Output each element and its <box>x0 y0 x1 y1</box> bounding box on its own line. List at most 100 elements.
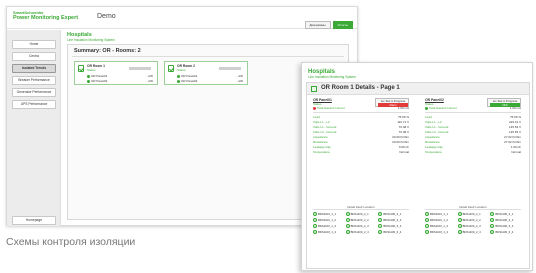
feeder-status-icon <box>490 212 495 216</box>
feeder-label: BDS1100_3_3 <box>383 224 402 228</box>
feeder-label: BDS1100_2_4 <box>350 230 369 234</box>
feeder-item[interactable]: BDS1100_1_1 <box>425 212 458 216</box>
feeder-item[interactable]: BDS1100_3_4 <box>378 230 411 234</box>
feeder-status-icon <box>425 224 429 228</box>
panel-link[interactable]: OR Panel02 <box>181 79 197 83</box>
feeder-item[interactable]: BDS1100_3_3 <box>378 224 411 228</box>
feeder-status-icon <box>345 224 350 228</box>
ok-dot-icon <box>425 106 428 110</box>
feeder-item[interactable]: BDS1100_3_2 <box>490 218 523 222</box>
feeder-item[interactable]: BDS1100_3_4 <box>490 230 523 234</box>
feeder-item[interactable]: BDS1100_2_4 <box>457 230 491 234</box>
feeder-item[interactable]: BDS1100_2_1 <box>457 212 491 216</box>
feeder-item[interactable]: BDS1100_2_2 <box>457 218 491 222</box>
feeder-item[interactable]: BDS1100_2_3 <box>457 224 491 228</box>
feeder-item[interactable]: BDS1100_1_3 <box>425 224 458 228</box>
detail-subtitle: Line Insulation Monitoring System <box>308 75 356 79</box>
nav-breaker-performance[interactable]: Breaker Performance <box>12 76 56 85</box>
measurement-row: Impedance 20.00 KOhm <box>313 135 409 139</box>
room-status: Status <box>177 68 186 72</box>
measurement-label: Volts L2 - Ground <box>313 130 337 134</box>
feeder-status-icon <box>425 230 429 234</box>
measurement-row: Volts L1 - L2 229.41 V <box>425 120 521 124</box>
measurement-row: Leakage Cap 0.00 nF <box>313 145 409 149</box>
iso-test-value: OFF <box>490 103 520 107</box>
feeder-status-icon <box>345 212 350 216</box>
feeder-item[interactable]: BDS1100_3_2 <box>378 218 411 222</box>
header-button-reports[interactable]: Отчеты <box>332 21 353 29</box>
feeder-item[interactable]: BDS1100_3_1 <box>378 212 411 216</box>
measurement-label: Leakage Cap <box>313 145 331 149</box>
feeder-item[interactable]: BDS1100_2_3 <box>345 224 379 228</box>
measurement-value: 20.00 KOhm <box>392 135 409 139</box>
header-button-diagrams[interactable]: Диаграммы <box>304 21 331 29</box>
feeder-grid: BDS1100_1_1 BDS1100_2_1 BDS1100_3_1 BDS1100… <box>313 212 411 234</box>
nav-home[interactable]: Home <box>12 40 56 49</box>
detail-panel: OR Room 1 Details - Page 1 OR Panel01 St… <box>306 82 530 269</box>
iso-test-value: Alarm <box>378 103 408 107</box>
feeder-status-icon <box>490 230 495 234</box>
measurement-value: 75.00 % <box>397 115 409 119</box>
measurement-label: Leakage Cap <box>425 145 443 149</box>
room-card-2[interactable]: OR Room 2 Status OR Panel01 ...kW OR Pan… <box>164 61 248 85</box>
measurement-label: Load <box>425 115 432 119</box>
feeder-item[interactable]: BDS1100_2_2 <box>345 218 379 222</box>
feeder-item[interactable]: BDS1100_2_4 <box>345 230 379 234</box>
measurement-label: Volts L1 - L2 <box>425 120 442 124</box>
measurement-row: Resistance 20.00 KOhm <box>313 140 409 144</box>
nav-homepage[interactable]: Homepage <box>12 216 56 225</box>
measurement-value: 145.53 V <box>508 130 521 134</box>
feeder-item[interactable]: BDS1100_1_4 <box>425 230 458 234</box>
room-row-label[interactable]: OR Panel02 <box>177 79 197 83</box>
feeder-item[interactable]: BDS1100_1_1 <box>313 212 346 216</box>
measurement-value: 27.02 KOhm <box>504 135 521 139</box>
feeder-item[interactable]: BDS1100_3_1 <box>490 212 523 216</box>
feeder-status-icon <box>490 218 495 222</box>
feeder-status-icon <box>313 230 317 234</box>
thc-label: Total Hazard Current <box>429 106 457 110</box>
measurement-label: Temperature <box>425 150 442 154</box>
status-dot-icon <box>87 74 90 78</box>
feeder-status-icon <box>457 224 462 228</box>
feeder-item[interactable]: BDS1100_2_1 <box>345 212 379 216</box>
sidebar: Home Centra Isolated Trends Breaker Perf… <box>7 30 61 226</box>
measurement-label: Volts L1 - Ground <box>425 125 449 129</box>
room-status-bar <box>129 67 151 70</box>
feeder-label: BDS1100_3_2 <box>383 218 402 222</box>
panel-link[interactable]: OR Panel01 <box>91 74 107 78</box>
total-hazard-current: Total Hazard Current <box>425 106 457 110</box>
feeder-item[interactable]: BDS1100_1_2 <box>425 218 458 222</box>
measurement-value: 70.48 V <box>398 130 409 134</box>
iso-test-box: Iso Test in Progress OFF <box>487 98 521 107</box>
measurement-row: Load 75.00 % <box>425 115 521 119</box>
feeder-item[interactable]: BDS1100_1_3 <box>313 224 346 228</box>
room-row-label[interactable]: OR Panel02 <box>87 79 107 83</box>
feeder-label: BDS1100_1_4 <box>430 230 448 234</box>
room-row-label[interactable]: OR Panel01 <box>87 74 107 78</box>
feeder-item[interactable]: BDS1100_3_3 <box>490 224 523 228</box>
measurement-value: 75.00 % <box>509 115 521 119</box>
measurement-value: 0.00 nF <box>398 145 409 149</box>
fault-location-section-1: Detail Fault Location BDS1100_1_1 BDS1100… <box>309 205 413 263</box>
feeder-status-icon <box>457 218 462 222</box>
feeder-label: BDS1100_1_3 <box>318 224 336 228</box>
thc-label: Total Hazard Current <box>317 106 345 110</box>
measurement-row: Volts L2 - Ground 70.48 V <box>313 130 409 134</box>
feeder-status-icon <box>378 224 383 228</box>
room-row-label[interactable]: OR Panel01 <box>177 74 197 78</box>
panel-link[interactable]: OR Panel02 <box>91 79 107 83</box>
nav-centra[interactable]: Centra <box>12 52 56 61</box>
image-caption: Схемы контроля изоляции <box>6 236 136 248</box>
nav-isolated-trends[interactable]: Isolated Trends <box>12 64 56 73</box>
status-dot-icon <box>177 79 180 83</box>
status-dot-icon <box>177 74 180 78</box>
nav-ups-performance[interactable]: UPS Performance <box>12 100 56 109</box>
room-card-1[interactable]: OR Room 1 Status OR Panel01 ...kW OR Pan… <box>74 61 158 85</box>
nav-generator-performance[interactable]: Generator Performance <box>12 88 56 97</box>
screenshot-stage: { "main": { "brand_line1": "SmartSchneid… <box>0 0 536 273</box>
measurement-label: Resistance <box>313 140 328 144</box>
feeder-item[interactable]: BDS1100_1_4 <box>313 230 346 234</box>
feeder-item[interactable]: BDS1100_1_2 <box>313 218 346 222</box>
panel-link[interactable]: OR Panel01 <box>181 74 197 78</box>
feeder-label: BDS1100_1_2 <box>430 218 448 222</box>
